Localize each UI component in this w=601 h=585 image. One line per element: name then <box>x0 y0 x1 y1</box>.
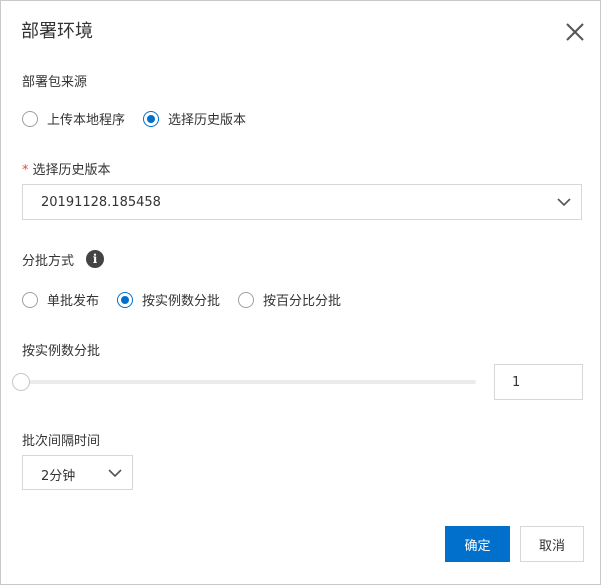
deploy-dialog: 部署环境 部署包来源 上传本地程序 选择历史版本 * 选择历史版本 2019112… <box>0 0 601 585</box>
history-label-text: 选择历史版本 <box>32 163 111 178</box>
radio-circle[interactable] <box>238 291 255 308</box>
chevron-down-icon <box>557 198 571 207</box>
history-version-select[interactable]: 20191128.185458 <box>22 184 582 220</box>
instance-batch-slider-track[interactable] <box>22 380 476 384</box>
history-label: * 选择历史版本 <box>22 159 111 178</box>
instance-batch-slider-handle[interactable] <box>12 373 30 391</box>
source-label: 部署包来源 <box>22 75 88 90</box>
interval-label: 批次间隔时间 <box>22 434 101 449</box>
radio-single-batch[interactable]: 单批发布 <box>22 290 99 309</box>
radio-label: 选择历史版本 <box>168 113 247 128</box>
radio-label: 按百分比分批 <box>263 294 342 309</box>
radio-label: 单批发布 <box>47 294 100 309</box>
radio-circle-selected[interactable] <box>143 110 160 127</box>
interval-select[interactable]: 2分钟 <box>22 455 133 490</box>
confirm-button[interactable]: 确定 <box>445 526 510 562</box>
radio-label: 上传本地程序 <box>47 113 126 128</box>
radio-history-version[interactable]: 选择历史版本 <box>143 109 246 128</box>
info-icon[interactable]: i <box>86 250 104 268</box>
radio-circle[interactable] <box>22 110 38 127</box>
source-radio-group: 上传本地程序 选择历史版本 <box>22 109 246 128</box>
instance-batch-input[interactable]: 1 <box>494 364 583 400</box>
chevron-down-icon <box>108 469 122 478</box>
radio-circle-selected[interactable] <box>117 291 134 308</box>
radio-label: 按实例数分批 <box>142 294 221 309</box>
radio-by-percent[interactable]: 按百分比分批 <box>238 290 341 309</box>
cancel-button[interactable]: 取消 <box>520 526 584 562</box>
required-mark: * <box>22 163 29 178</box>
dialog-title: 部署环境 <box>21 21 93 42</box>
radio-circle[interactable] <box>22 291 38 308</box>
close-icon[interactable] <box>564 21 586 43</box>
interval-value: 2分钟 <box>41 469 76 484</box>
history-version-value: 20191128.185458 <box>41 195 161 210</box>
radio-by-instance[interactable]: 按实例数分批 <box>117 290 220 309</box>
instance-batch-value: 1 <box>512 375 521 390</box>
batch-mode-label: 分批方式 <box>22 254 75 269</box>
batch-mode-radio-group: 单批发布 按实例数分批 按百分比分批 <box>22 290 341 309</box>
radio-upload-local[interactable]: 上传本地程序 <box>22 109 125 128</box>
instance-batch-label: 按实例数分批 <box>22 344 101 359</box>
